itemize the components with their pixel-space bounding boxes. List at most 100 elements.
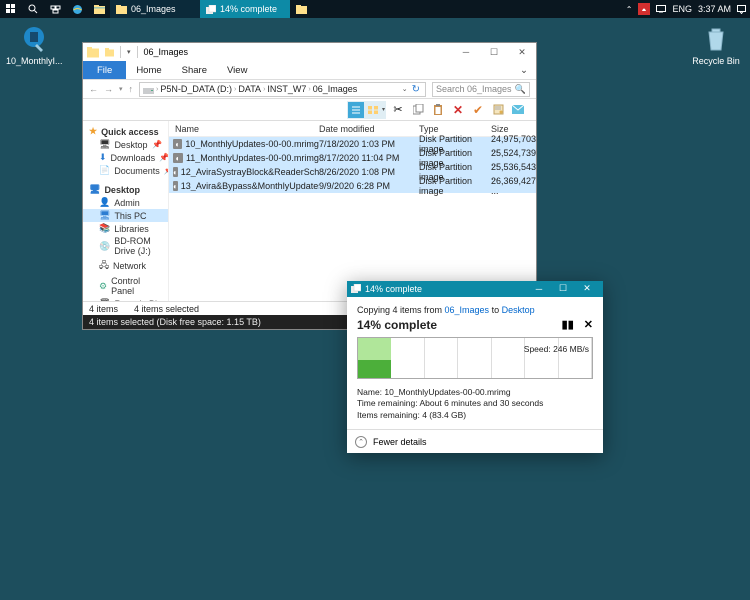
nav-item[interactable]: ⚙Control Panel bbox=[83, 275, 168, 297]
taskview-icon[interactable] bbox=[44, 0, 66, 18]
file-name: 13_Avira&Bypass&MonthlyUpdates-00-0... bbox=[181, 181, 319, 191]
ribbon-expand-icon[interactable]: ⌄ bbox=[512, 65, 536, 76]
breadcrumb[interactable]: › P5N-D_DATA (D:)› DATA› INST_W7› 06_Ima… bbox=[139, 82, 426, 97]
explorer-icon-extra[interactable] bbox=[290, 0, 312, 18]
copy-title: 14% complete bbox=[365, 284, 422, 294]
ie-icon[interactable] bbox=[66, 0, 88, 18]
taskbar-right: ⌃ ENG 3:37 AM bbox=[626, 0, 750, 18]
nav-item[interactable]: 📚Libraries bbox=[83, 222, 168, 235]
cancel-icon[interactable]: ✕ bbox=[584, 318, 593, 331]
crumb[interactable]: DATA bbox=[238, 84, 261, 94]
copy-speed: Speed: 246 MB/s bbox=[524, 344, 589, 354]
chevron-up-icon[interactable]: ⌃ bbox=[355, 436, 367, 448]
copy-dst-link[interactable]: Desktop bbox=[502, 305, 535, 315]
nav-item-thispc[interactable]: 🖥This PC bbox=[83, 209, 168, 222]
start-button[interactable] bbox=[0, 0, 22, 18]
address-bar-row: ← → ▾ ↑ › P5N-D_DATA (D:)› DATA› INST_W7… bbox=[83, 79, 536, 99]
nav-quick-item[interactable]: 📄Documents📌 bbox=[83, 164, 168, 177]
table-row[interactable]: ◐13_Avira&Bypass&MonthlyUpdates-00-0...9… bbox=[169, 179, 536, 193]
fewer-details-link[interactable]: Fewer details bbox=[373, 437, 427, 447]
toolbar: ▾ ✂︎ ✕ ✔ bbox=[83, 99, 536, 121]
crumb-dropdown-icon[interactable]: ⌄ bbox=[402, 85, 408, 93]
nav-pane: ★Quick access 🖥Desktop📌 ⬇Downloads📌 📄Doc… bbox=[83, 121, 169, 301]
desktop-icon-file[interactable]: 10_MonthlyI... bbox=[6, 24, 62, 66]
avira-tray-icon[interactable] bbox=[638, 3, 650, 15]
nav-desktop[interactable]: 🖥Desktop bbox=[83, 183, 168, 196]
options-icon[interactable] bbox=[490, 102, 506, 118]
nav-item[interactable]: 💿BD-ROM Drive (J:) bbox=[83, 235, 168, 257]
nav-quick-access[interactable]: ★Quick access bbox=[83, 125, 168, 138]
nav-fwd-icon[interactable]: → bbox=[104, 84, 113, 94]
nav-quick-item[interactable]: ⬇Downloads📌 bbox=[83, 151, 168, 164]
file-type: Disk Partition image bbox=[419, 176, 491, 196]
copy-window-icon bbox=[351, 284, 361, 293]
search-input[interactable]: Search 06_Images 🔍 bbox=[432, 82, 530, 97]
tray-screen-icon[interactable] bbox=[656, 5, 666, 13]
view-tiles-icon[interactable] bbox=[365, 102, 381, 118]
tray-lang[interactable]: ENG bbox=[672, 4, 692, 14]
progress-bar bbox=[358, 338, 391, 378]
ribbon-home[interactable]: Home bbox=[126, 61, 171, 79]
nav-item[interactable]: 🖧Network bbox=[83, 257, 168, 275]
qat-chevron-icon[interactable]: ▾ bbox=[127, 48, 131, 56]
taskbar-tab-label: 06_Images bbox=[131, 4, 176, 14]
tray-clock[interactable]: 3:37 AM bbox=[698, 4, 731, 14]
crumb[interactable]: P5N-D_DATA (D:) bbox=[160, 84, 232, 94]
desktop-icon-recycle[interactable]: Recycle Bin bbox=[688, 24, 744, 66]
col-date[interactable]: Date modified bbox=[319, 124, 419, 134]
nav-back-icon[interactable]: ← bbox=[89, 84, 98, 94]
refresh-icon[interactable]: ↻ bbox=[410, 84, 422, 95]
ribbon-share[interactable]: Share bbox=[172, 61, 217, 79]
close-button[interactable]: ✕ bbox=[575, 281, 599, 297]
crumb[interactable]: 06_Images bbox=[313, 84, 358, 94]
col-size[interactable]: Size bbox=[491, 124, 536, 134]
nav-quick-item[interactable]: 🖥Desktop📌 bbox=[83, 138, 168, 151]
cut-icon[interactable]: ✂︎ bbox=[390, 102, 406, 118]
status-items: 4 items bbox=[89, 304, 118, 314]
copy-progress-graph: Speed: 246 MB/s bbox=[357, 337, 593, 379]
copy-src-link[interactable]: 06_Images bbox=[445, 305, 490, 315]
tray-notifications-icon[interactable] bbox=[737, 5, 746, 14]
taskbar-tab-explorer[interactable]: 06_Images bbox=[110, 0, 200, 18]
copy-body: Copying 4 items from 06_Images to Deskto… bbox=[347, 297, 603, 429]
crumb[interactable]: INST_W7 bbox=[267, 84, 306, 94]
view-toggle-group: ▾ bbox=[347, 101, 386, 119]
mail-icon[interactable] bbox=[510, 102, 526, 118]
desktop-icon-label: Recycle Bin bbox=[688, 56, 744, 66]
check-icon[interactable]: ✔ bbox=[470, 102, 486, 118]
file-date: 7/18/2020 1:03 PM bbox=[319, 139, 419, 149]
file-date: 8/26/2020 1:08 PM bbox=[319, 167, 419, 177]
minimize-button[interactable]: ─ bbox=[527, 281, 551, 297]
explorer-body: ★Quick access 🖥Desktop📌 ⬇Downloads📌 📄Doc… bbox=[83, 121, 536, 301]
file-date: 9/9/2020 6:28 PM bbox=[319, 181, 419, 191]
nav-item[interactable]: 👤Admin bbox=[83, 196, 168, 209]
delete-icon[interactable]: ✕ bbox=[450, 102, 466, 118]
explorer-pinned-icon[interactable] bbox=[88, 0, 110, 18]
minimize-button[interactable]: ─ bbox=[452, 43, 480, 61]
maximize-button[interactable]: ☐ bbox=[480, 43, 508, 61]
col-name[interactable]: Name bbox=[169, 124, 319, 134]
taskbar-tab-copy[interactable]: 14% complete bbox=[200, 0, 290, 18]
copy-icon[interactable] bbox=[410, 102, 426, 118]
nav-recent-icon[interactable]: ▾ bbox=[119, 85, 123, 93]
close-button[interactable]: ✕ bbox=[508, 43, 536, 61]
copy-summary-line: Copying 4 items from 06_Images to Deskto… bbox=[357, 305, 593, 315]
copy-footer: ⌃ Fewer details bbox=[347, 429, 603, 453]
desktop-icon-label: 10_MonthlyI... bbox=[6, 56, 62, 66]
copy-title-bar[interactable]: 14% complete ─ ☐ ✕ bbox=[347, 281, 603, 297]
ribbon-view[interactable]: View bbox=[217, 61, 257, 79]
col-type[interactable]: Type bbox=[419, 124, 491, 134]
view-details-icon[interactable] bbox=[348, 102, 364, 118]
status-selected: 4 items selected bbox=[134, 304, 199, 314]
file-content-area: Name Date modified Type Size ◐10_Monthly… bbox=[169, 121, 536, 301]
search-placeholder: Search 06_Images bbox=[436, 84, 512, 94]
ribbon-file[interactable]: File bbox=[83, 61, 126, 79]
search-icon[interactable] bbox=[22, 0, 44, 18]
file-size: 26,369,427 ... bbox=[491, 176, 536, 196]
maximize-button[interactable]: ☐ bbox=[551, 281, 575, 297]
paste-icon[interactable] bbox=[430, 102, 446, 118]
pause-icon[interactable]: ▮▮ bbox=[562, 318, 574, 331]
title-bar[interactable]: ▾ 06_Images ─ ☐ ✕ bbox=[83, 43, 536, 61]
nav-up-icon[interactable]: ↑ bbox=[129, 84, 134, 94]
tray-chevron-icon[interactable]: ⌃ bbox=[626, 5, 633, 14]
